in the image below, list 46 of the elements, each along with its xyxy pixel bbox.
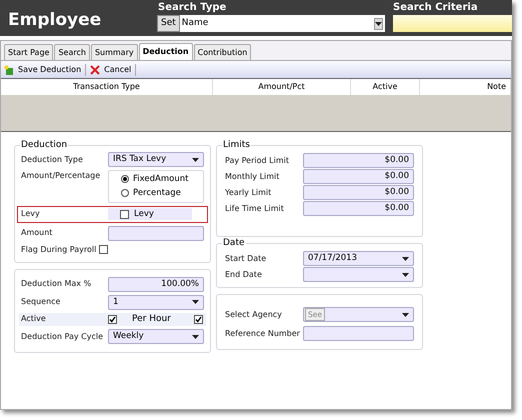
- tab[interactable]: Deduction: [138, 43, 193, 60]
- field-label: End Date: [225, 268, 263, 280]
- dropdown-field[interactable]: 07/17/2013: [303, 251, 414, 266]
- field-label: Monthly Limit: [225, 170, 280, 182]
- toolbar-button[interactable]: Cancel: [90, 64, 136, 76]
- tab[interactable]: Contribution: [194, 44, 252, 60]
- field-label: Reference Number: [225, 328, 301, 340]
- column-header[interactable]: Active: [351, 79, 420, 95]
- field-label: Sequence: [21, 296, 62, 308]
- field-label: Life Time Limit: [225, 202, 285, 214]
- tab[interactable]: Search: [54, 44, 90, 60]
- set-button[interactable]: Set: [157, 15, 180, 32]
- dropdown-field[interactable]: IRS Tax Levy: [108, 152, 204, 167]
- tab[interactable]: Summary: [90, 44, 138, 60]
- field-label: Per Hour: [132, 312, 172, 326]
- column-header[interactable]: Transaction Type: [1, 79, 213, 95]
- checkbox-label: Levy: [134, 208, 154, 220]
- field-label: Yearly Limit: [225, 186, 272, 198]
- field-label: Select Agency: [225, 308, 283, 320]
- input-field[interactable]: $0.00: [303, 169, 414, 184]
- tab[interactable]: Start Page: [4, 44, 54, 60]
- radio-label: Percentage: [133, 186, 181, 200]
- field-label: Amount/Percentage: [21, 170, 102, 182]
- search-criteria-label: Search Criteria: [393, 1, 479, 15]
- field-label: Levy: [21, 208, 41, 220]
- field-label: Active: [21, 313, 47, 326]
- column-header[interactable]: Note: [420, 79, 511, 95]
- dropdown-field[interactable]: Weekly: [108, 329, 204, 344]
- column-header[interactable]: Amount/Pct: [213, 79, 351, 95]
- field-label: Pay Period Limit: [225, 154, 290, 166]
- field-label: Deduction Max %: [21, 278, 92, 290]
- search-type-dropdown[interactable]: Name: [180, 15, 385, 32]
- page-title: Employee: [7, 9, 102, 32]
- input-field[interactable]: $0.00: [303, 153, 414, 168]
- field-label: Deduction Pay Cycle: [21, 330, 104, 342]
- input-field[interactable]: 100.00%: [108, 276, 204, 292]
- radio-label: FixedAmount: [133, 173, 188, 186]
- field-label: Amount: [21, 227, 54, 239]
- field-label: Flag During Payroll: [21, 244, 96, 256]
- search-type-label: Search Type: [157, 1, 228, 15]
- input-field[interactable]: $0.00: [303, 185, 414, 200]
- toolbar-button[interactable]: Save Deduction: [4, 64, 86, 76]
- field-label: Deduction Type: [21, 154, 84, 166]
- field-label: Start Date: [225, 252, 268, 264]
- dropdown-field[interactable]: 1: [108, 294, 204, 310]
- input-field[interactable]: $0.00: [303, 201, 414, 216]
